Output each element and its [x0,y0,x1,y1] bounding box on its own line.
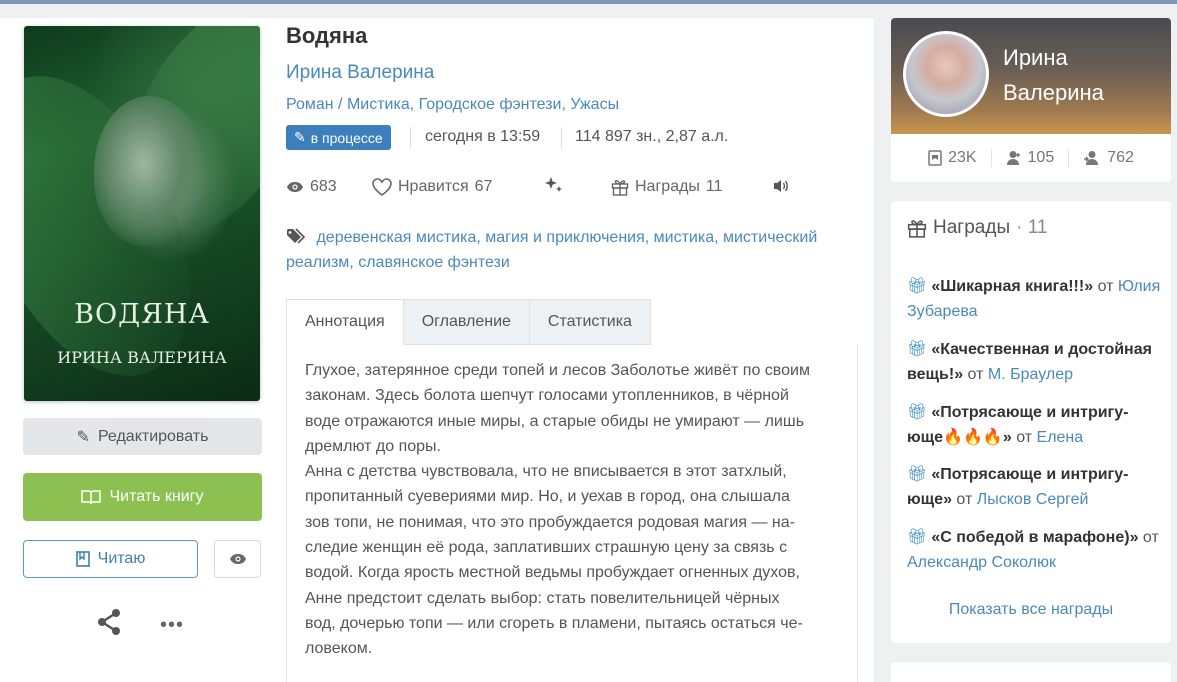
eye-icon [287,182,303,192]
likes-count: 67 [474,178,493,195]
book-author-link[interactable]: Ирина Валерина [286,62,434,84]
award-name: «С победой в марафоне)» [931,529,1139,546]
edit-button[interactable]: ✎ Редактировать [23,418,262,455]
award-from-link[interactable]: Александр Соколюк [907,554,1056,571]
awards-title: Награды · 11 [907,217,1047,239]
author-books-stat[interactable]: 23K [914,149,992,167]
awards-label: Награды [635,178,700,195]
gift-icon: 🎁︎ [907,404,928,421]
watch-button[interactable] [214,540,261,578]
updated-date: сегодня в 13:59 [425,128,541,145]
award-name: «Шикарная книга!!!» [931,278,1094,295]
divider [410,127,411,149]
tab-contents[interactable]: Оглавление [403,299,530,345]
award-from-link[interactable]: Елена [1037,429,1084,446]
tab-statistics[interactable]: Статистика [529,299,651,345]
read-book-button[interactable]: Читать книгу [23,473,262,521]
award-item: 🎁︎ «Качественная и достойная вещь!» от М.… [907,341,1152,383]
tag-link[interactable]: деревенская мистика [316,229,476,246]
tag-link[interactable]: магия и приключения [485,229,645,246]
author-last-name: Валерина [1003,80,1104,105]
author-books-count: 23K [948,149,977,166]
author-following-count: 762 [1107,149,1134,166]
show-all-awards-link[interactable]: Показать все награды [891,601,1171,619]
author-followers-stat[interactable]: 105 [992,149,1070,167]
status-badge: ✎ в процессе [286,125,391,150]
annotation-text: Глухое, затерянное среди топей и лесов З… [305,362,810,658]
pencil-icon: ✎ [294,129,306,145]
cover-face [94,96,204,246]
award-from-link[interactable]: М. Браулер [988,366,1073,383]
tag-link[interactable]: славянское фэнтези [358,254,510,271]
author-card[interactable]: Ирина Валерина 23K 105 762 [891,18,1171,182]
share-icon[interactable] [96,608,124,636]
follower-icon [1006,151,1020,165]
author-followers-count: 105 [1027,149,1055,166]
views-stat: 683 [286,178,337,196]
likes-label: Нравится [398,178,469,195]
read-book-label: Читать книгу [109,488,204,505]
gift-icon: 🎁︎ [907,341,928,358]
author-following-stat[interactable]: 762 [1069,149,1148,167]
next-widget-card [891,662,1171,682]
divider [561,127,562,149]
avatar[interactable] [903,31,989,117]
like-button[interactable]: Нравится 67 [372,178,492,196]
edit-button-label: Редактировать [97,427,209,445]
book-size: 114 897 зн., 2,87 а.л. [575,128,729,145]
genre-link[interactable]: Мистика [347,96,410,113]
cover-author: ИРИНА ВАЛЕРИНА [57,348,227,367]
awards-title-count: · 11 [1016,217,1048,238]
genres: Роман / Мистика, Городское фэнтези, Ужас… [286,96,620,113]
awards-count: 11 [705,178,723,195]
tag-link[interactable]: мистика [654,229,714,246]
gift-icon [611,180,629,196]
bookmark-book-icon [75,551,90,567]
cover-title: ВОДЯНА [74,299,210,330]
tags: деревенская мистика, магия и приключения… [286,228,818,271]
audio-icon[interactable] [772,178,790,194]
award-from-link[interactable]: Лысков Сергей [977,491,1089,508]
genre-link[interactable]: Городское фэнтези [419,96,562,113]
reading-button[interactable]: Читаю [23,540,198,578]
eye-icon [229,554,246,564]
tags-icon [287,228,306,244]
books-icon [928,150,942,166]
author-name[interactable]: Ирина Валерина [1003,40,1104,110]
awards-stat[interactable]: Награды 11 [611,178,723,196]
award-item: 🎁︎ «Потрясающе и интригу-юще🔥🔥🔥» от Елена [907,404,1129,446]
award-item: 🎁︎ «Шикарная книга!!!» от Юлия Зубарева [907,278,1161,320]
book-tabs: Аннотация Оглавление Статистика [286,299,651,345]
award-item: 🎁︎ «Потрясающе и интригу-юще» от Лысков С… [907,466,1129,508]
author-first-name: Ирина [1003,45,1068,70]
book-open-icon [81,490,102,505]
top-bar [0,0,1177,4]
pencil-icon: ✎ [76,428,90,446]
heart-icon [372,178,392,196]
genre-link[interactable]: Ужасы [570,96,619,113]
views-count: 683 [310,178,337,195]
tab-annotation[interactable]: Аннотация [286,299,404,345]
awards-title-text: Награды [933,217,1011,238]
gift-icon [907,220,927,238]
awards-card: Награды · 11 🎁︎ «Шикарная книга!!!» от Юл… [891,201,1171,643]
reading-label: Читаю [97,550,146,567]
sparkles-icon[interactable] [544,175,564,195]
gift-icon: 🎁︎ [907,529,928,546]
status-text: в процессе [310,129,383,146]
author-stats: 23K 105 762 [891,134,1171,182]
book-title: Водяна [286,23,368,48]
following-icon [1084,151,1099,165]
award-item: 🎁︎ «С победой в марафоне)» от Александр С… [907,529,1159,571]
gift-icon: 🎁︎ [907,278,928,295]
book-cover[interactable]: ВОДЯНА ИРИНА ВАЛЕРИНА [24,26,260,401]
genre-type-link[interactable]: Роман [286,96,334,113]
more-options-icon[interactable]: ••• [160,614,184,637]
gift-icon: 🎁︎ [907,466,928,483]
